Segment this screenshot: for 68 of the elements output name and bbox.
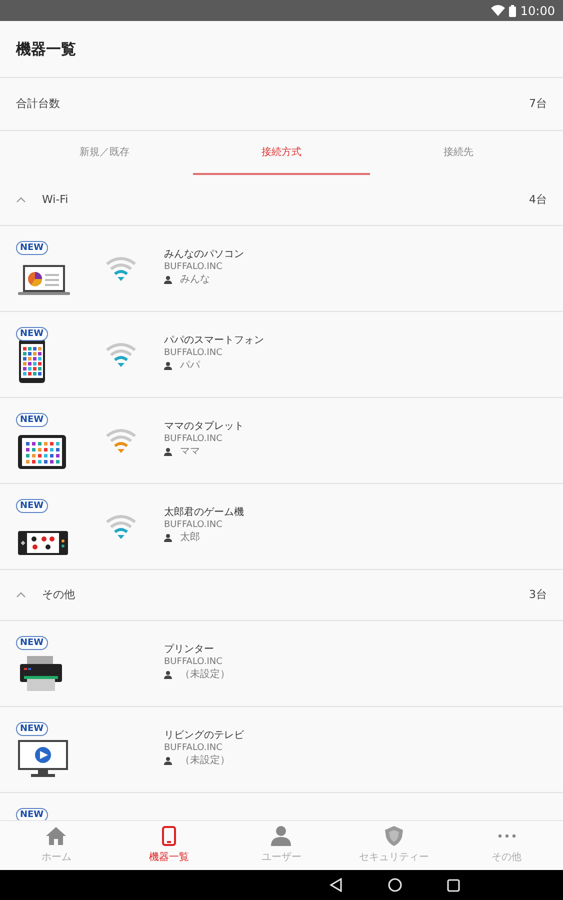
- smartphone-icon: [162, 826, 176, 846]
- device-maker: BUFFALO.INC: [164, 742, 224, 754]
- user-icon: [271, 826, 292, 846]
- device-name: プリンター: [164, 643, 215, 656]
- device-user: （未設定）: [180, 754, 230, 767]
- section-title: Wi-Fi: [42, 192, 68, 208]
- laptop-icon: [18, 263, 70, 297]
- person-icon: [164, 756, 172, 764]
- device-name: リビングのテレビ: [164, 729, 244, 742]
- person-icon: [164, 534, 172, 542]
- new-badge: NEW: [16, 808, 48, 820]
- nav-tab[interactable]: ユーザー: [225, 821, 338, 870]
- shield-icon: [385, 826, 404, 846]
- page-title: 機器一覧: [16, 38, 76, 60]
- total-label: 合計台数: [16, 96, 60, 112]
- device-name: 太郎君のゲーム機: [164, 506, 244, 519]
- wifi-signal-icon: [105, 256, 137, 282]
- device-maker: BUFFALO.INC: [164, 433, 224, 445]
- section-count: 3台: [529, 586, 547, 603]
- chevron-icon[interactable]: [16, 197, 26, 203]
- clock-time: 10:00: [520, 2, 555, 20]
- person-icon: [164, 670, 172, 678]
- tablet-icon: [18, 435, 66, 469]
- tab[interactable]: 接続方式: [193, 131, 370, 175]
- chevron-icon[interactable]: [16, 592, 26, 598]
- new-badge: NEW: [16, 499, 48, 513]
- home-icon[interactable]: [388, 878, 402, 892]
- recents-icon[interactable]: [447, 878, 460, 892]
- new-badge: NEW: [16, 722, 48, 736]
- person-icon: [164, 276, 172, 284]
- nav-tab[interactable]: その他: [450, 821, 563, 870]
- monitor-icon: [18, 738, 68, 778]
- device-name: ママのタブレット: [164, 420, 244, 433]
- device-user: パパ: [180, 359, 200, 372]
- new-badge: NEW: [16, 413, 48, 427]
- back-icon[interactable]: [329, 878, 343, 892]
- nav-tab[interactable]: 機器一覧: [112, 821, 226, 870]
- person-icon: [164, 362, 172, 370]
- device-maker: BUFFALO.INC: [164, 347, 224, 359]
- device-maker: BUFFALO.INC: [164, 261, 224, 273]
- wifi-signal-icon: [105, 428, 137, 454]
- more-icon: [498, 834, 516, 838]
- new-badge: NEW: [16, 327, 48, 341]
- device-name: パパのスマートフォン: [164, 334, 264, 347]
- section-title: その他: [42, 586, 75, 603]
- new-badge: NEW: [16, 636, 48, 650]
- device-user: （未設定）: [180, 668, 230, 681]
- device-user: みんな: [180, 273, 210, 286]
- new-badge: NEW: [16, 241, 48, 255]
- section-count: 4台: [529, 192, 547, 208]
- game-console-icon: [18, 531, 68, 555]
- smartphone-icon: [18, 339, 46, 383]
- device-maker: BUFFALO.INC: [164, 656, 224, 668]
- wifi-signal-icon: [105, 342, 137, 368]
- wifi-signal-icon: [105, 514, 137, 540]
- tab[interactable]: 新規／既存: [16, 131, 193, 175]
- home-icon: [46, 827, 66, 845]
- nav-tab[interactable]: ホーム: [0, 821, 113, 870]
- device-user: 太郎: [180, 531, 200, 544]
- total-count: 7台: [529, 96, 547, 112]
- person-icon: [164, 448, 172, 456]
- battery-icon: [509, 4, 516, 16]
- device-name: みんなのパソコン: [164, 248, 244, 261]
- nav-tab[interactable]: セキュリティー: [338, 821, 450, 870]
- device-maker: BUFFALO.INC: [164, 519, 224, 531]
- device-user: ママ: [180, 445, 200, 458]
- tab[interactable]: 接続先: [370, 131, 547, 175]
- wifi-icon: [491, 5, 506, 16]
